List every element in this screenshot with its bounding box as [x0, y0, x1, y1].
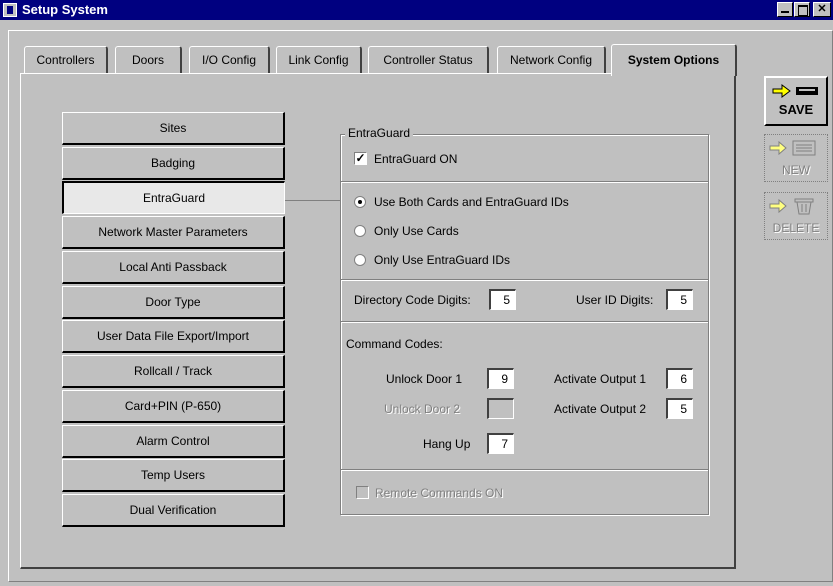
window-title: Setup System — [22, 2, 108, 17]
nav-network-master-button[interactable]: Network Master Parameters — [62, 216, 285, 249]
separator — [341, 181, 708, 183]
radio-only-cards-label: Only Use Cards — [374, 224, 459, 238]
radio-only-entraguard-ids[interactable] — [354, 254, 366, 266]
radio-both-cards-ids-label: Use Both Cards and EntraGuard IDs — [374, 195, 569, 209]
nav-sites-button[interactable]: Sites — [62, 112, 285, 145]
separator — [341, 279, 708, 281]
entraguard-group-title: EntraGuard — [345, 126, 414, 140]
new-button: NEW — [764, 134, 828, 182]
entraguard-on-checkbox[interactable]: ✓ — [354, 152, 367, 165]
activate-output-1-input[interactable]: 6 — [666, 368, 693, 389]
remote-commands-label: Remote Commands ON — [375, 486, 504, 500]
radio-both-cards-ids[interactable] — [354, 196, 366, 208]
radio-only-cards[interactable] — [354, 225, 366, 237]
tab-io-config[interactable]: I/O Config — [189, 46, 270, 74]
tab-system-options[interactable]: System Options — [611, 44, 737, 76]
command-codes-label: Command Codes: — [346, 337, 443, 351]
nav-alarm-control-button[interactable]: Alarm Control — [62, 425, 285, 458]
separator — [341, 321, 708, 323]
nav-card-pin-button[interactable]: Card+PIN (P-650) — [62, 390, 285, 423]
tab-controller-status[interactable]: Controller Status — [368, 46, 489, 74]
activate-output-2-input[interactable]: 5 — [666, 398, 693, 419]
tab-controllers[interactable]: Controllers — [24, 46, 108, 74]
nav-temp-users-button[interactable]: Temp Users — [62, 459, 285, 492]
new-icon — [769, 140, 816, 156]
title-bar: Setup System ✕ — [0, 0, 833, 20]
nav-rollcall-track-button[interactable]: Rollcall / Track — [62, 355, 285, 388]
app-icon — [3, 3, 17, 17]
nav-connector-line — [285, 200, 341, 201]
tab-doors[interactable]: Doors — [115, 46, 182, 74]
tab-network-config[interactable]: Network Config — [497, 46, 606, 74]
maximize-icon[interactable] — [794, 2, 810, 17]
nav-user-data-file-button[interactable]: User Data File Export/Import — [62, 320, 285, 353]
new-label: NEW — [782, 163, 810, 177]
user-id-digits-input[interactable]: 5 — [666, 289, 693, 310]
unlock-door-1-label: Unlock Door 1 — [386, 372, 463, 386]
save-button[interactable]: SAVE — [764, 76, 828, 126]
directory-code-digits-input[interactable]: 5 — [489, 289, 516, 310]
radio-only-entraguard-ids-label: Only Use EntraGuard IDs — [374, 253, 511, 267]
entraguard-group — [340, 134, 709, 515]
close-icon[interactable]: ✕ — [813, 2, 831, 17]
unlock-door-1-input[interactable]: 9 — [487, 368, 514, 389]
tab-link-config[interactable]: Link Config — [276, 46, 362, 74]
nav-local-anti-passback-button[interactable]: Local Anti Passback — [62, 251, 285, 284]
trash-icon — [769, 198, 814, 215]
hang-up-label: Hang Up — [423, 437, 471, 451]
directory-code-digits-label: Directory Code Digits: — [354, 293, 471, 307]
user-id-digits-label: User ID Digits: — [576, 293, 654, 307]
unlock-door-2-input — [487, 398, 514, 419]
delete-label: DELETE — [772, 221, 820, 235]
nav-badging-button[interactable]: Badging — [62, 147, 285, 180]
activate-output-1-label: Activate Output 1 — [554, 372, 647, 386]
nav-door-type-button[interactable]: Door Type — [62, 286, 285, 319]
nav-dual-verification-button[interactable]: Dual Verification — [62, 494, 285, 527]
minimize-icon[interactable] — [777, 2, 793, 17]
save-label: SAVE — [778, 102, 814, 117]
delete-button: DELETE — [764, 192, 828, 240]
save-icon — [772, 84, 818, 98]
hang-up-input[interactable]: 7 — [487, 433, 514, 454]
activate-output-2-label: Activate Output 2 — [554, 402, 647, 416]
unlock-door-2-label: Unlock Door 2 — [384, 402, 461, 416]
remote-commands-checkbox — [356, 486, 369, 499]
nav-entraguard-button[interactable]: EntraGuard — [62, 181, 285, 214]
separator — [341, 469, 708, 471]
entraguard-on-label: EntraGuard ON — [374, 152, 458, 166]
